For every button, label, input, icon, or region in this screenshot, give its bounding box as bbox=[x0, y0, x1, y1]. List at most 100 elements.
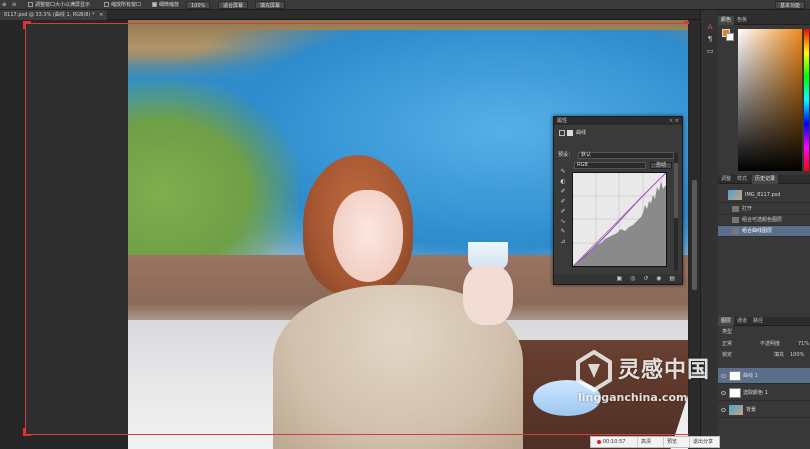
curves-graph[interactable] bbox=[572, 172, 667, 267]
image-grass bbox=[128, 80, 298, 270]
history-item[interactable]: 打开 bbox=[718, 204, 810, 215]
on-image-adjust-icon[interactable]: ✎ bbox=[558, 167, 568, 177]
history-item-selected[interactable]: 组合曲线图层 bbox=[718, 226, 810, 237]
properties-title: 属性 bbox=[557, 118, 568, 124]
capture-frame-left bbox=[25, 23, 26, 435]
zoom-100-button[interactable]: 100% bbox=[186, 1, 211, 9]
history-item-label: 组合曲线图层 bbox=[742, 228, 773, 234]
resize-windows-checkbox[interactable]: 调整窗口大小以满屏显示 bbox=[28, 0, 90, 10]
curves-adjustment-icon bbox=[559, 130, 565, 136]
fill-label: 填充 bbox=[774, 352, 785, 358]
tab-history[interactable]: 历史记录 bbox=[752, 175, 779, 184]
layer-name: 选取颜色 1 bbox=[743, 390, 768, 396]
image-hand bbox=[463, 265, 513, 325]
tab-adjustments[interactable]: 调整 bbox=[718, 175, 734, 184]
capture-frame-top bbox=[25, 23, 690, 24]
checkbox-icon bbox=[104, 2, 109, 7]
watermark-logo-icon bbox=[576, 350, 612, 392]
layer-selective-color[interactable]: 选取颜色 1 bbox=[718, 385, 810, 401]
curves-label: 曲线 bbox=[576, 130, 587, 136]
auto-button[interactable]: 自动 bbox=[650, 162, 672, 169]
layer-name: 曲线 1 bbox=[743, 373, 758, 379]
tab-paths[interactable]: 路径 bbox=[750, 317, 766, 326]
preset-select[interactable]: 默认 bbox=[578, 152, 674, 159]
white-point-eyedropper-icon[interactable]: ✐ bbox=[558, 207, 568, 217]
paragraph-icon[interactable]: ¶ bbox=[704, 34, 716, 44]
channel-select[interactable]: RGB bbox=[574, 162, 646, 169]
preview-button[interactable]: 预览 bbox=[663, 437, 680, 447]
screen-recorder-toolbar: 00:10:57 高清 预览 退出分享 bbox=[590, 436, 720, 448]
target-adjust-icon[interactable]: ◐ bbox=[558, 177, 568, 187]
scrubby-zoom-checkbox[interactable]: 细微缩放 bbox=[152, 0, 179, 10]
gray-point-eyedropper-icon[interactable]: ✐ bbox=[558, 197, 568, 207]
document-tab-label: 8117.psd @ 33.3% (曲线 1, RGB/8) * bbox=[4, 12, 95, 18]
close-tab-icon[interactable]: × bbox=[99, 12, 103, 18]
tab-layers[interactable]: 图层 bbox=[718, 317, 735, 326]
scrollbar-thumb[interactable] bbox=[692, 180, 697, 290]
smooth-curve-icon[interactable]: ⊿ bbox=[558, 237, 568, 247]
capture-corner-top-left bbox=[23, 21, 31, 29]
tab-styles[interactable]: 样式 bbox=[734, 175, 750, 184]
curves-tools: ✎ ◐ ✐ ✐ ✐ ∿ ✎ ⊿ bbox=[558, 167, 568, 247]
canvas-pasteboard bbox=[25, 23, 128, 435]
layer-lock-row: 锁定 填充 100% bbox=[718, 351, 810, 359]
properties-panel: 属性 × ≡ 曲线 预设： 默认 RGB 自动 ✎ ◐ ✐ ✐ ✐ ∿ ✎ ⊿ bbox=[553, 116, 683, 285]
tab-channels[interactable]: 通道 bbox=[734, 317, 750, 326]
layer-filter-kind[interactable]: 类型 bbox=[718, 328, 810, 336]
image-face bbox=[333, 190, 403, 282]
hue-slider[interactable] bbox=[804, 29, 809, 171]
color-panel-tabs: 颜色 色板 bbox=[718, 16, 810, 25]
panel-close-icon[interactable]: × ≡ bbox=[669, 117, 679, 125]
layer-curves[interactable]: 曲线 1 bbox=[718, 368, 810, 384]
photoshop-window: ⊕ ⊖ 调整窗口大小以满屏显示 缩放所有窗口 细微缩放 100% 适合屏幕 填充… bbox=[0, 0, 810, 449]
history-snapshot[interactable]: IMG_8117.psd bbox=[718, 187, 810, 203]
scrubby-zoom-label: 细微缩放 bbox=[159, 2, 180, 8]
document-tab[interactable]: 8117.psd @ 33.3% (曲线 1, RGB/8) * × bbox=[0, 10, 108, 20]
history-item[interactable]: 组合可选颜色图层 bbox=[718, 215, 810, 226]
fill-screen-button[interactable]: 填充屏幕 bbox=[255, 1, 286, 9]
background-color-swatch[interactable] bbox=[726, 33, 734, 41]
opacity-value[interactable]: 71% bbox=[798, 340, 809, 348]
capture-frame-bottom bbox=[25, 434, 690, 435]
exit-share-button[interactable]: 退出分享 bbox=[689, 437, 716, 447]
tab-color[interactable]: 颜色 bbox=[718, 16, 735, 25]
fit-screen-button[interactable]: 适合屏幕 bbox=[218, 1, 249, 9]
properties-footer-icons[interactable]: ▣ ◎ ↺ ◉ ▤ bbox=[554, 274, 682, 284]
watermark-chinese-text: 灵感中国 bbox=[618, 358, 711, 383]
checkbox-icon bbox=[28, 2, 33, 7]
resize-windows-label: 调整窗口大小以满屏显示 bbox=[35, 2, 91, 8]
color-picker-field[interactable] bbox=[738, 29, 802, 171]
capture-corner-bottom-left bbox=[23, 428, 31, 436]
recording-time: 00:10:57 bbox=[603, 439, 626, 445]
hd-button[interactable]: 高清 bbox=[637, 437, 654, 447]
history-step-icon bbox=[732, 205, 739, 212]
checkbox-checked-icon bbox=[152, 2, 157, 7]
options-bar: ⊕ ⊖ 调整窗口大小以满屏显示 缩放所有窗口 细微缩放 100% 适合屏幕 填充… bbox=[0, 0, 810, 10]
adjustment-mask-thumbnail bbox=[729, 370, 741, 381]
blend-mode-select[interactable]: 正常 bbox=[722, 341, 732, 347]
edit-points-curve-icon[interactable]: ∿ bbox=[558, 217, 568, 227]
opacity-label: 不透明度 bbox=[760, 341, 781, 347]
image-layer-thumbnail bbox=[729, 404, 743, 415]
fill-value[interactable]: 100% bbox=[790, 351, 804, 359]
mask-icon[interactable] bbox=[567, 130, 573, 136]
layers-panel-tabs: 图层 通道 路径 bbox=[718, 317, 810, 326]
properties-title-bar[interactable]: 属性 × ≡ bbox=[554, 117, 682, 125]
preset-label: 预设： bbox=[558, 152, 574, 158]
draw-curve-pencil-icon[interactable]: ✎ bbox=[558, 227, 568, 237]
properties-scrollbar[interactable] bbox=[674, 153, 678, 271]
frame-icon[interactable]: ▭ bbox=[704, 46, 716, 56]
zoom-tool-icon[interactable]: ⊕ bbox=[2, 0, 6, 10]
workspace-button[interactable]: 基本功能 bbox=[775, 1, 806, 9]
recording-dot-icon bbox=[597, 439, 601, 444]
layer-background[interactable]: 背景 bbox=[718, 402, 810, 418]
document-tab-strip: 8117.psd @ 33.3% (曲线 1, RGB/8) * × bbox=[0, 10, 700, 20]
channel-row: RGB 自动 bbox=[558, 161, 678, 170]
tab-swatches[interactable]: 色板 bbox=[734, 16, 750, 25]
type-tool-icon[interactable]: A bbox=[704, 22, 716, 32]
watermark: 灵感中国 lingganchina.com bbox=[574, 350, 724, 410]
zoom-all-checkbox[interactable]: 缩放所有窗口 bbox=[104, 0, 141, 10]
zoom-out-icon[interactable]: ⊖ bbox=[12, 0, 16, 10]
properties-scroll-thumb[interactable] bbox=[674, 163, 678, 218]
black-point-eyedropper-icon[interactable]: ✐ bbox=[558, 187, 568, 197]
